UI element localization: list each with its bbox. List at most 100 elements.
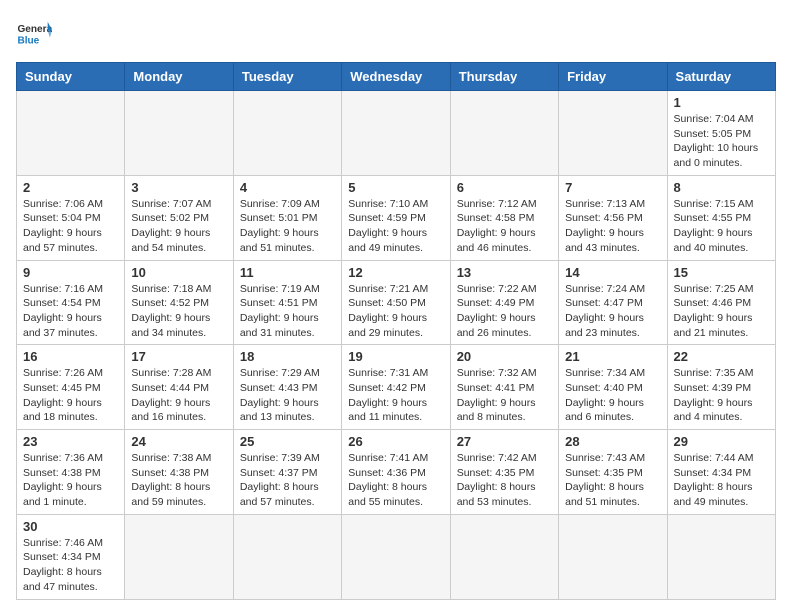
day-info: Sunrise: 7:29 AM Sunset: 4:43 PM Dayligh… bbox=[240, 366, 335, 425]
day-info: Sunrise: 7:13 AM Sunset: 4:56 PM Dayligh… bbox=[565, 197, 660, 256]
day-info: Sunrise: 7:09 AM Sunset: 5:01 PM Dayligh… bbox=[240, 197, 335, 256]
day-info: Sunrise: 7:21 AM Sunset: 4:50 PM Dayligh… bbox=[348, 282, 443, 341]
calendar-day-cell: 10 Sunrise: 7:18 AM Sunset: 4:52 PM Dayli… bbox=[125, 260, 233, 345]
day-of-week-header: Monday bbox=[125, 63, 233, 91]
page-header: GeneralBlue bbox=[16, 16, 776, 52]
day-of-week-header: Tuesday bbox=[233, 63, 341, 91]
calendar-day-cell: 21Sunrise: 7:34 AM Sunset: 4:40 PM Dayli… bbox=[559, 345, 667, 430]
day-info: Sunrise: 7:16 AM Sunset: 4:54 PM Dayligh… bbox=[23, 282, 118, 341]
day-info: Sunrise: 7:07 AM Sunset: 5:02 PM Dayligh… bbox=[131, 197, 226, 256]
calendar-day-cell bbox=[342, 514, 450, 599]
calendar-day-cell: 9 Sunrise: 7:16 AM Sunset: 4:54 PM Daylig… bbox=[17, 260, 125, 345]
calendar-day-cell bbox=[17, 91, 125, 176]
svg-text:General: General bbox=[17, 24, 52, 35]
day-of-week-header: Wednesday bbox=[342, 63, 450, 91]
day-number: 23 bbox=[23, 434, 118, 449]
day-info: Sunrise: 7:10 AM Sunset: 4:59 PM Dayligh… bbox=[348, 197, 443, 256]
day-of-week-header: Saturday bbox=[667, 63, 775, 91]
day-info: Sunrise: 7:32 AM Sunset: 4:41 PM Dayligh… bbox=[457, 366, 552, 425]
day-number: 27 bbox=[457, 434, 552, 449]
day-info: Sunrise: 7:06 AM Sunset: 5:04 PM Dayligh… bbox=[23, 197, 118, 256]
calendar-day-cell bbox=[667, 514, 775, 599]
day-info: Sunrise: 7:25 AM Sunset: 4:46 PM Dayligh… bbox=[674, 282, 769, 341]
calendar-header-row: SundayMondayTuesdayWednesdayThursdayFrid… bbox=[17, 63, 776, 91]
day-number: 9 bbox=[23, 265, 118, 280]
day-number: 11 bbox=[240, 265, 335, 280]
day-number: 16 bbox=[23, 349, 118, 364]
calendar-day-cell: 8 Sunrise: 7:15 AM Sunset: 4:55 PM Daylig… bbox=[667, 175, 775, 260]
day-info: Sunrise: 7:19 AM Sunset: 4:51 PM Dayligh… bbox=[240, 282, 335, 341]
calendar-day-cell: 23 Sunrise: 7:36 AM Sunset: 4:38 PM Dayli… bbox=[17, 430, 125, 515]
calendar-day-cell: 28Sunrise: 7:43 AM Sunset: 4:35 PM Dayli… bbox=[559, 430, 667, 515]
day-number: 25 bbox=[240, 434, 335, 449]
calendar-day-cell bbox=[450, 514, 558, 599]
calendar-day-cell: 24Sunrise: 7:38 AM Sunset: 4:38 PM Dayli… bbox=[125, 430, 233, 515]
calendar-week-row: 23 Sunrise: 7:36 AM Sunset: 4:38 PM Dayli… bbox=[17, 430, 776, 515]
day-info: Sunrise: 7:43 AM Sunset: 4:35 PM Dayligh… bbox=[565, 451, 660, 510]
day-number: 22 bbox=[674, 349, 769, 364]
day-number: 24 bbox=[131, 434, 226, 449]
day-info: Sunrise: 7:34 AM Sunset: 4:40 PM Dayligh… bbox=[565, 366, 660, 425]
calendar-day-cell: 22 Sunrise: 7:35 AM Sunset: 4:39 PM Dayli… bbox=[667, 345, 775, 430]
day-info: Sunrise: 7:46 AM Sunset: 4:34 PM Dayligh… bbox=[23, 536, 118, 595]
day-number: 20 bbox=[457, 349, 552, 364]
day-info: Sunrise: 7:18 AM Sunset: 4:52 PM Dayligh… bbox=[131, 282, 226, 341]
calendar-week-row: 2 Sunrise: 7:06 AM Sunset: 5:04 PM Daylig… bbox=[17, 175, 776, 260]
calendar-day-cell: 27Sunrise: 7:42 AM Sunset: 4:35 PM Dayli… bbox=[450, 430, 558, 515]
day-of-week-header: Thursday bbox=[450, 63, 558, 91]
calendar-week-row: 9 Sunrise: 7:16 AM Sunset: 4:54 PM Daylig… bbox=[17, 260, 776, 345]
calendar-day-cell: 16 Sunrise: 7:26 AM Sunset: 4:45 PM Dayli… bbox=[17, 345, 125, 430]
calendar-day-cell: 1Sunrise: 7:04 AM Sunset: 5:05 PM Daylig… bbox=[667, 91, 775, 176]
day-number: 29 bbox=[674, 434, 769, 449]
calendar-week-row: 16 Sunrise: 7:26 AM Sunset: 4:45 PM Dayli… bbox=[17, 345, 776, 430]
calendar-day-cell: 13 Sunrise: 7:22 AM Sunset: 4:49 PM Dayli… bbox=[450, 260, 558, 345]
day-info: Sunrise: 7:22 AM Sunset: 4:49 PM Dayligh… bbox=[457, 282, 552, 341]
day-number: 2 bbox=[23, 180, 118, 195]
calendar-week-row: 30 Sunrise: 7:46 AM Sunset: 4:34 PM Dayli… bbox=[17, 514, 776, 599]
day-of-week-header: Friday bbox=[559, 63, 667, 91]
calendar-day-cell: 19Sunrise: 7:31 AM Sunset: 4:42 PM Dayli… bbox=[342, 345, 450, 430]
calendar-day-cell: 17 Sunrise: 7:28 AM Sunset: 4:44 PM Dayli… bbox=[125, 345, 233, 430]
day-info: Sunrise: 7:39 AM Sunset: 4:37 PM Dayligh… bbox=[240, 451, 335, 510]
calendar-day-cell: 7Sunrise: 7:13 AM Sunset: 4:56 PM Daylig… bbox=[559, 175, 667, 260]
day-number: 3 bbox=[131, 180, 226, 195]
day-number: 10 bbox=[131, 265, 226, 280]
calendar-day-cell: 5Sunrise: 7:10 AM Sunset: 4:59 PM Daylig… bbox=[342, 175, 450, 260]
day-info: Sunrise: 7:15 AM Sunset: 4:55 PM Dayligh… bbox=[674, 197, 769, 256]
day-number: 15 bbox=[674, 265, 769, 280]
day-number: 13 bbox=[457, 265, 552, 280]
day-info: Sunrise: 7:26 AM Sunset: 4:45 PM Dayligh… bbox=[23, 366, 118, 425]
calendar-day-cell bbox=[125, 91, 233, 176]
calendar-day-cell: 4 Sunrise: 7:09 AM Sunset: 5:01 PM Daylig… bbox=[233, 175, 341, 260]
calendar-day-cell: 30 Sunrise: 7:46 AM Sunset: 4:34 PM Dayli… bbox=[17, 514, 125, 599]
calendar-day-cell bbox=[342, 91, 450, 176]
day-number: 17 bbox=[131, 349, 226, 364]
calendar-week-row: 1Sunrise: 7:04 AM Sunset: 5:05 PM Daylig… bbox=[17, 91, 776, 176]
calendar-day-cell: 3 Sunrise: 7:07 AM Sunset: 5:02 PM Daylig… bbox=[125, 175, 233, 260]
calendar-day-cell bbox=[450, 91, 558, 176]
day-info: Sunrise: 7:24 AM Sunset: 4:47 PM Dayligh… bbox=[565, 282, 660, 341]
calendar-day-cell: 18 Sunrise: 7:29 AM Sunset: 4:43 PM Dayli… bbox=[233, 345, 341, 430]
calendar-day-cell: 20 Sunrise: 7:32 AM Sunset: 4:41 PM Dayli… bbox=[450, 345, 558, 430]
calendar-day-cell: 26Sunrise: 7:41 AM Sunset: 4:36 PM Dayli… bbox=[342, 430, 450, 515]
day-number: 18 bbox=[240, 349, 335, 364]
day-number: 14 bbox=[565, 265, 660, 280]
day-info: Sunrise: 7:28 AM Sunset: 4:44 PM Dayligh… bbox=[131, 366, 226, 425]
day-number: 30 bbox=[23, 519, 118, 534]
logo: GeneralBlue bbox=[16, 16, 52, 52]
day-number: 8 bbox=[674, 180, 769, 195]
calendar-day-cell bbox=[233, 91, 341, 176]
calendar-day-cell: 25 Sunrise: 7:39 AM Sunset: 4:37 PM Dayli… bbox=[233, 430, 341, 515]
calendar-day-cell: 2 Sunrise: 7:06 AM Sunset: 5:04 PM Daylig… bbox=[17, 175, 125, 260]
day-info: Sunrise: 7:35 AM Sunset: 4:39 PM Dayligh… bbox=[674, 366, 769, 425]
calendar-day-cell: 11 Sunrise: 7:19 AM Sunset: 4:51 PM Dayli… bbox=[233, 260, 341, 345]
day-info: Sunrise: 7:12 AM Sunset: 4:58 PM Dayligh… bbox=[457, 197, 552, 256]
general-blue-logo-icon: GeneralBlue bbox=[16, 16, 52, 52]
day-info: Sunrise: 7:44 AM Sunset: 4:34 PM Dayligh… bbox=[674, 451, 769, 510]
calendar-day-cell: 14 Sunrise: 7:24 AM Sunset: 4:47 PM Dayli… bbox=[559, 260, 667, 345]
calendar-day-cell: 6Sunrise: 7:12 AM Sunset: 4:58 PM Daylig… bbox=[450, 175, 558, 260]
day-number: 1 bbox=[674, 95, 769, 110]
day-number: 4 bbox=[240, 180, 335, 195]
day-info: Sunrise: 7:36 AM Sunset: 4:38 PM Dayligh… bbox=[23, 451, 118, 510]
calendar-day-cell: 12Sunrise: 7:21 AM Sunset: 4:50 PM Dayli… bbox=[342, 260, 450, 345]
